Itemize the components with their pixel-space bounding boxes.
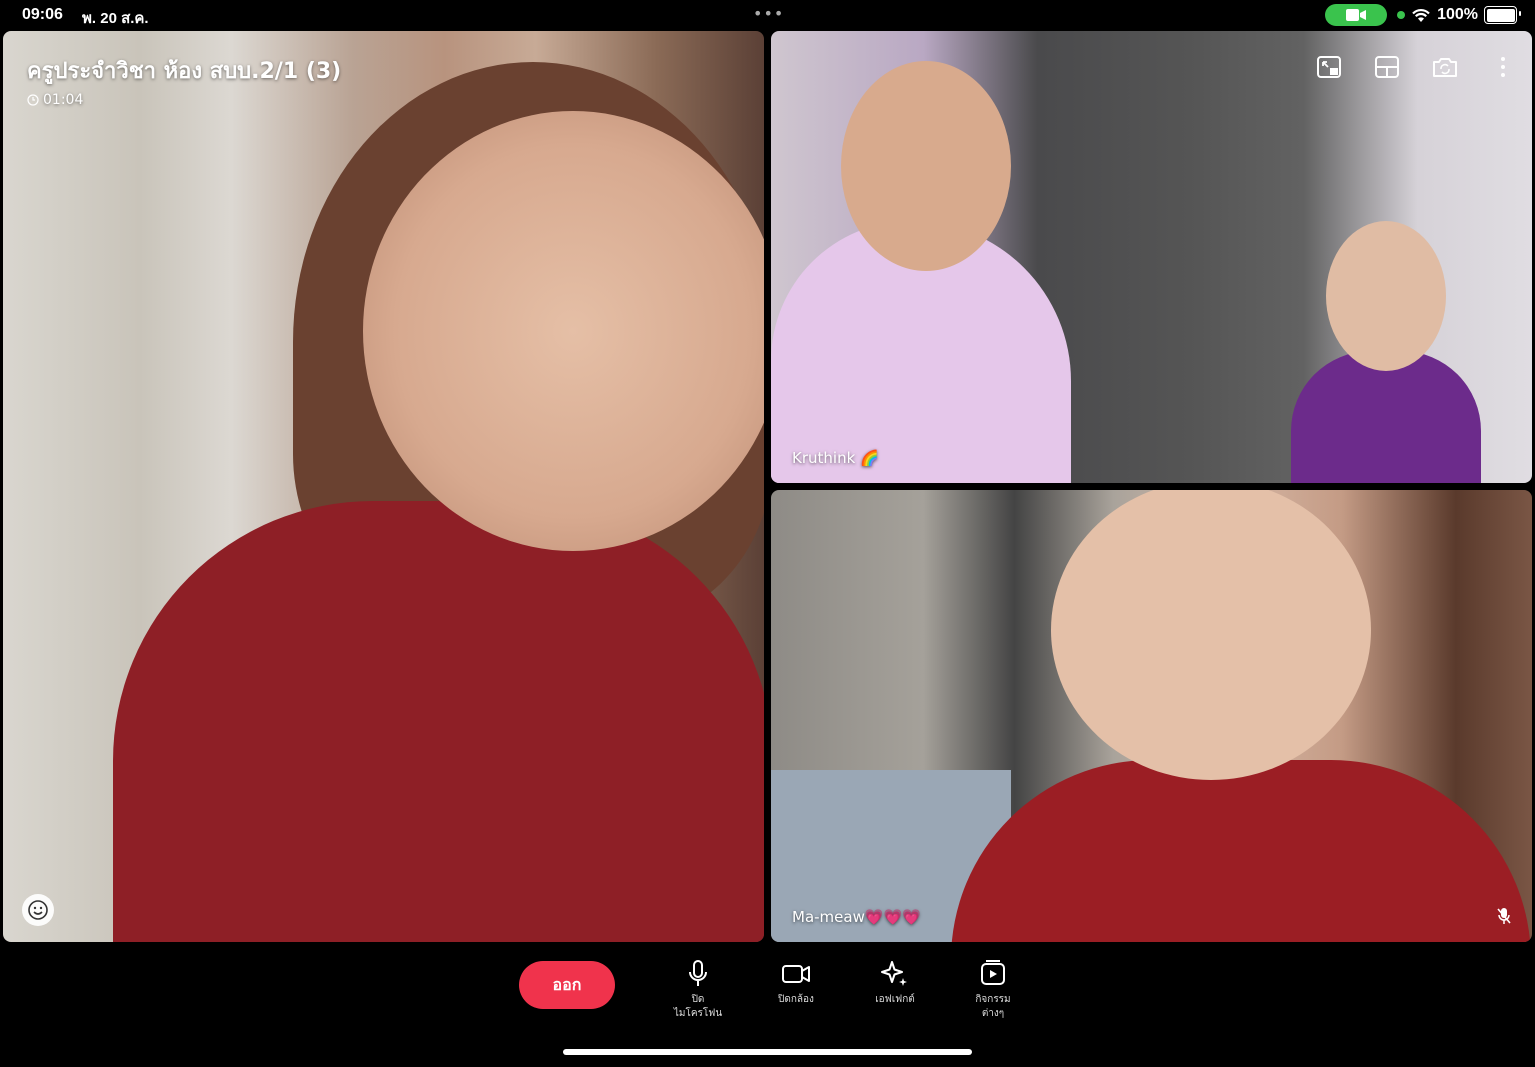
reaction-emoji-button[interactable] bbox=[22, 894, 54, 926]
meeting-duration: 01:04 bbox=[43, 92, 84, 108]
call-toolbar bbox=[1315, 52, 1517, 82]
switch-camera-button[interactable] bbox=[1431, 52, 1459, 82]
sparkles-icon bbox=[881, 961, 907, 986]
participant-video-tile-2[interactable] bbox=[771, 490, 1532, 942]
video-camera-icon bbox=[782, 965, 810, 983]
video-feed-shape bbox=[1051, 490, 1371, 780]
camera-in-use-icon bbox=[1325, 4, 1388, 26]
effects-button[interactable]: เอฟเฟกต์ bbox=[855, 959, 935, 1007]
meeting-timer: 01:04 bbox=[27, 92, 83, 108]
turn-off-camera-button[interactable]: ปิดกล้อง bbox=[756, 959, 836, 1007]
participant-name-2: Ma-meaw💗💗💗 bbox=[792, 908, 921, 926]
video-feed-shape bbox=[113, 501, 764, 942]
more-options-button[interactable] bbox=[1489, 52, 1517, 82]
video-feed-shape bbox=[951, 760, 1531, 942]
status-date: พ. 20 ส.ค. bbox=[82, 10, 149, 27]
muted-microphone-icon bbox=[1497, 907, 1511, 929]
self-video-tile[interactable] bbox=[3, 31, 764, 942]
video-feed-shape bbox=[363, 111, 764, 551]
status-time: 09:06 bbox=[22, 6, 63, 23]
status-bar: 09:06 พ. 20 ส.ค. ••• 100% bbox=[0, 0, 1535, 31]
meeting-title: ครูประจำวิชา ห้อง สบบ.2/1 (3) bbox=[27, 59, 342, 84]
smiley-icon bbox=[28, 900, 48, 920]
privacy-dot-icon bbox=[1397, 11, 1406, 19]
multitasking-dots-icon[interactable]: ••• bbox=[753, 4, 784, 23]
clock-icon bbox=[27, 94, 39, 106]
pip-icon bbox=[1317, 56, 1341, 78]
home-indicator[interactable] bbox=[563, 1049, 972, 1055]
call-controls-bar: ออก ปิด ไมโครโฟน ปิดกล้อง เอฟเฟกต์ กิจกร… bbox=[0, 945, 1535, 1067]
layout-button[interactable] bbox=[1373, 52, 1401, 82]
mute-microphone-label: ปิด ไมโครโฟน bbox=[673, 994, 723, 1019]
video-feed-shape bbox=[1326, 221, 1446, 371]
effects-label: เอฟเฟกต์ bbox=[875, 994, 915, 1005]
activities-button[interactable]: กิจกรรม ต่างๆ bbox=[953, 959, 1033, 1021]
layout-grid-icon bbox=[1375, 56, 1399, 78]
participant-video-tile-1[interactable] bbox=[771, 31, 1532, 483]
participant-name-1: Kruthink 🌈 bbox=[792, 449, 879, 467]
picture-in-picture-button[interactable] bbox=[1315, 52, 1343, 82]
mute-microphone-button[interactable]: ปิด ไมโครโฟน bbox=[658, 959, 738, 1021]
activities-label: กิจกรรม ต่างๆ bbox=[975, 994, 1011, 1019]
status-indicators: 100% bbox=[1325, 4, 1521, 26]
activities-icon bbox=[981, 960, 1005, 985]
battery-icon bbox=[1484, 6, 1521, 24]
turn-off-camera-label: ปิดกล้อง bbox=[778, 994, 814, 1005]
wifi-icon bbox=[1412, 8, 1430, 22]
microphone-icon bbox=[689, 960, 707, 986]
more-vertical-icon bbox=[1501, 57, 1505, 77]
leave-call-button[interactable]: ออก bbox=[519, 961, 615, 1009]
battery-percentage: 100% bbox=[1437, 6, 1478, 23]
video-feed-shape bbox=[841, 61, 1011, 271]
camera-flip-icon bbox=[1433, 58, 1457, 77]
